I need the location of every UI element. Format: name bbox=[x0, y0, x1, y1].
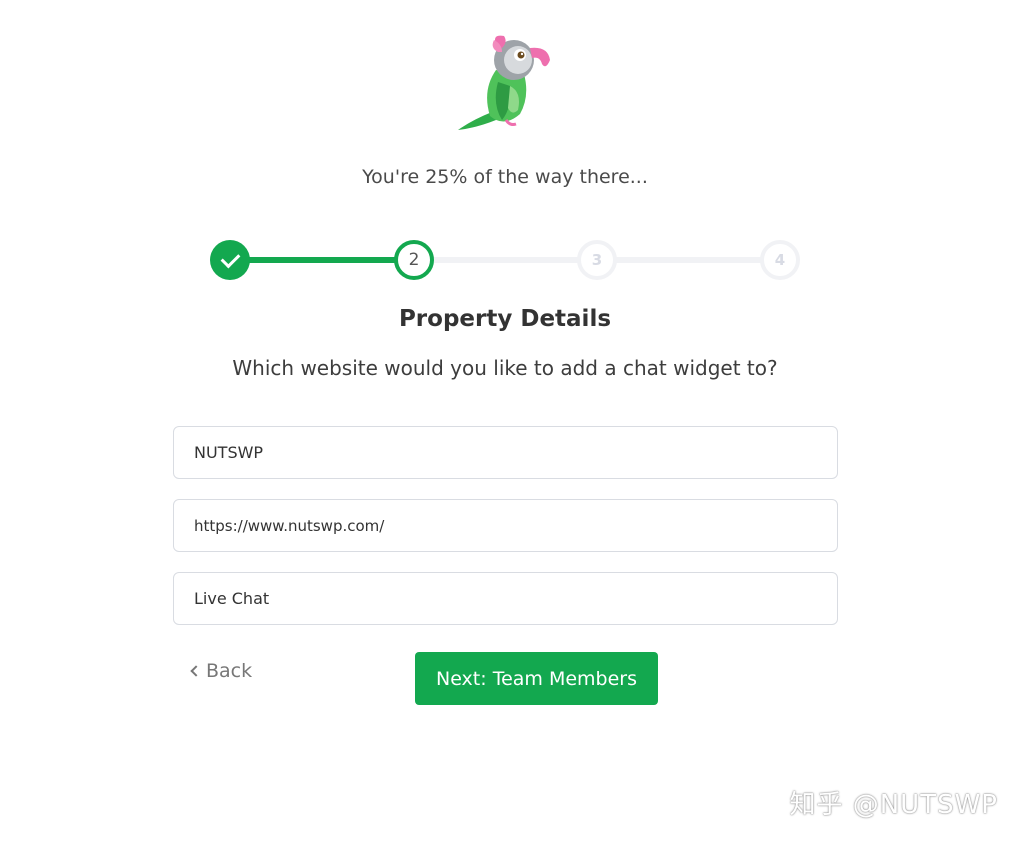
step-4-label: 4 bbox=[774, 251, 786, 269]
parrot-logo-icon bbox=[452, 30, 556, 134]
page-title: Property Details bbox=[398, 306, 612, 332]
step-3-label: 3 bbox=[591, 251, 603, 269]
progress-text: You're 25% of the way there... bbox=[362, 166, 648, 188]
back-button[interactable]: Back bbox=[190, 660, 253, 682]
property-name-input[interactable] bbox=[173, 426, 838, 479]
stepper-track-completed bbox=[228, 257, 406, 263]
step-1-complete bbox=[210, 240, 250, 280]
page-subtitle: Which website would you like to add a ch… bbox=[232, 356, 778, 380]
website-url-input[interactable] bbox=[173, 499, 838, 552]
back-button-label: Back bbox=[206, 660, 253, 682]
step-2-label: 2 bbox=[408, 250, 420, 270]
next-team-members-button[interactable]: Next: Team Members bbox=[415, 652, 658, 705]
step-4-upcoming: 4 bbox=[760, 240, 800, 280]
onboarding-page: You're 25% of the way there... 2 3 4 Pro… bbox=[0, 0, 1024, 846]
step-2-current: 2 bbox=[394, 240, 434, 280]
progress-stepper: 2 3 4 bbox=[208, 238, 804, 282]
chevron-left-icon bbox=[190, 665, 202, 677]
step-3-upcoming: 3 bbox=[577, 240, 617, 280]
widget-name-input[interactable] bbox=[173, 572, 838, 625]
check-icon bbox=[220, 248, 240, 268]
watermark: 知乎 @NUTSWP bbox=[789, 790, 998, 820]
